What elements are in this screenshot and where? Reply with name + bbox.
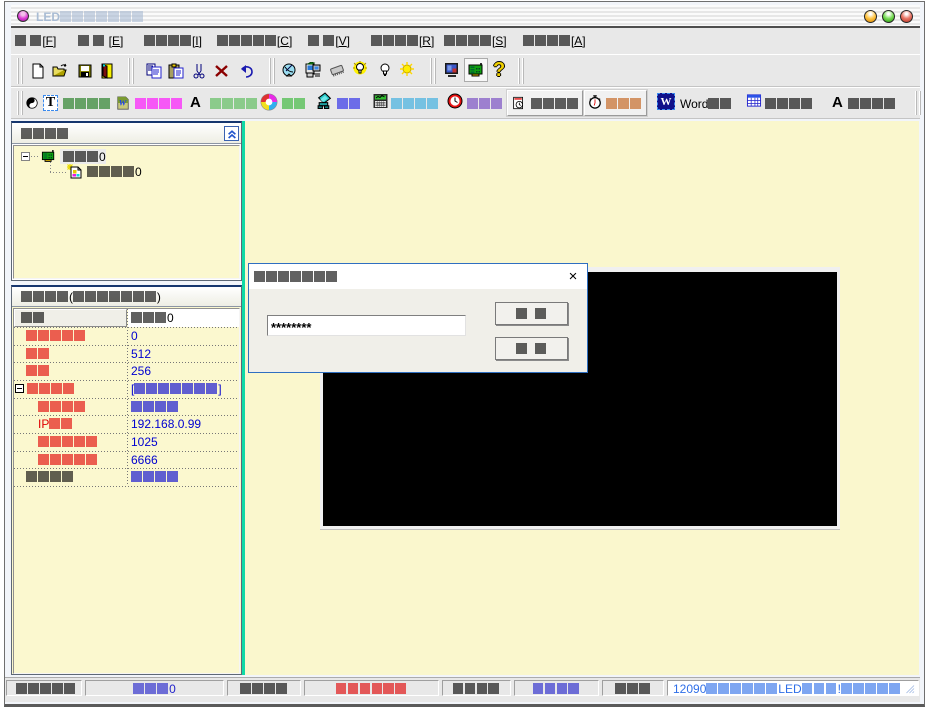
svg-text:W: W xyxy=(119,98,128,108)
